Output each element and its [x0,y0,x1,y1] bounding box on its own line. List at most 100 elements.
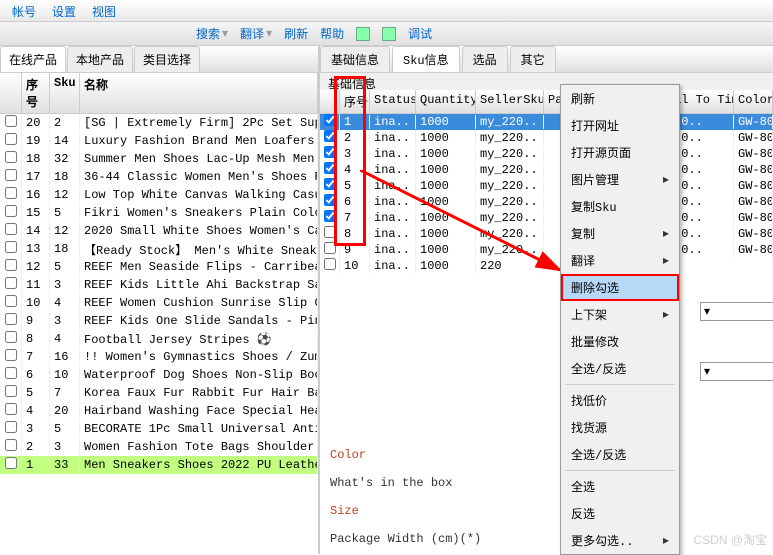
sku-row[interactable]: 10 ina.. 1000 220 [320,258,773,274]
tab-local-products[interactable]: 本地产品 [67,46,133,72]
sku-checkbox[interactable] [324,178,336,190]
row-checkbox[interactable] [5,259,17,271]
sku-checkbox[interactable] [324,194,336,206]
product-row[interactable]: 10 4 REEF Women Cushion Sunrise Slip On [0,294,318,312]
tb-icon1[interactable] [350,25,376,43]
menu-account[interactable]: 帐号 [4,0,44,21]
sku-checkbox[interactable] [324,258,336,270]
row-checkbox[interactable] [5,331,17,343]
sku-row[interactable]: 6 ina.. 1000 my_220.. 06-15 0.. GW-80 [320,194,773,210]
tab-other[interactable]: 其它 [510,46,556,72]
tb-help[interactable]: 帮助 [314,23,350,44]
col-name[interactable]: 名称 [80,73,318,113]
menu-item[interactable]: 更多勾选.. [561,527,679,554]
menu-item[interactable]: 翻译 [561,247,679,274]
sku-row[interactable]: 3 ina.. 1000 my_220.. 06-15 0.. GW-80 [320,146,773,162]
tab-basic-info[interactable]: 基础信息 [320,46,390,72]
product-row[interactable]: 9 3 REEF Kids One Slide Sandals - Pink [0,312,318,330]
sku-row[interactable]: 4 ina.. 1000 my_220.. 06-15 0.. GW-80 [320,162,773,178]
product-row[interactable]: 6 10 Waterproof Dog Shoes Non-Slip Boots [0,366,318,384]
tab-online-products[interactable]: 在线产品 [0,46,66,72]
product-row[interactable]: 13 18 【Ready Stock】 Men's White Sneaker [0,240,318,258]
tab-selection[interactable]: 选品 [462,46,508,72]
sku-row[interactable]: 7 ina.. 1000 my_220.. 06-15 0.. GW-80 [320,210,773,226]
menu-item[interactable]: 找货源 [561,414,679,441]
menu-item[interactable]: 全选/反选 [561,355,679,382]
tb-icon2[interactable] [376,25,402,43]
product-row[interactable]: 20 2 [SG | Extremely Firm] 2Pc Set Super [0,114,318,132]
menu-item[interactable]: 全选/反选 [561,441,679,468]
skucol-color[interactable]: Color [734,90,773,113]
menu-item[interactable]: 图片管理 [561,166,679,193]
product-row[interactable]: 18 32 Summer Men Shoes Lac-Up Mesh Men C… [0,150,318,168]
row-checkbox[interactable] [5,403,17,415]
product-row[interactable]: 19 14 Luxury Fashion Brand Men Loafers S… [0,132,318,150]
tb-debug[interactable]: 调试 [402,23,438,44]
sku-checkbox[interactable] [324,210,336,222]
menu-view[interactable]: 视图 [84,0,124,21]
tb-refresh[interactable]: 刷新 [278,23,314,44]
menu-item[interactable]: 上下架 [561,301,679,328]
tab-sku-info[interactable]: Sku信息 [392,46,460,72]
tb-translate[interactable]: 翻译▾ [234,23,278,44]
sku-checkbox[interactable] [324,242,336,254]
sku-row[interactable]: 9 ina.. 1000 my_220.. 06-15 0.. GW-80 [320,242,773,258]
menu-item[interactable]: 刷新 [561,85,679,112]
sku-row[interactable]: 5 ina.. 1000 my_220.. 06-15 0.. GW-80 [320,178,773,194]
sku-row[interactable]: 2 ina.. 1000 my_220.. 06-15 0.. GW-80 [320,130,773,146]
menu-item[interactable]: 全选 [561,473,679,500]
product-row[interactable]: 16 12 Low Top White Canvas Walking Casua… [0,186,318,204]
row-checkbox[interactable] [5,151,17,163]
menu-item[interactable]: 复制Sku [561,193,679,220]
row-checkbox[interactable] [5,439,17,451]
skucol-seq[interactable]: 序号 [340,90,370,113]
tab-category-select[interactable]: 类目选择 [134,46,200,72]
combo-color[interactable] [700,302,773,321]
row-checkbox[interactable] [5,187,17,199]
row-checkbox[interactable] [5,169,17,181]
sku-checkbox[interactable] [324,130,336,142]
product-row[interactable]: 5 7 Korea Faux Fur Rabbit Fur Hair Band [0,384,318,402]
menu-item[interactable]: 批量修改 [561,328,679,355]
skucol-sellersku[interactable]: SellerSku [476,90,544,113]
menu-item[interactable]: 删除勾选 [561,274,679,301]
sku-checkbox[interactable] [324,146,336,158]
product-row[interactable]: 3 5 BECORATE 1Pc Small Universal Anti-S [0,420,318,438]
sku-checkbox[interactable] [324,162,336,174]
skucol-qty[interactable]: Quantity [416,90,476,113]
sku-checkbox[interactable] [324,114,336,126]
product-row[interactable]: 4 20 Hairband Washing Face Special Headb [0,402,318,420]
menu-settings[interactable]: 设置 [44,0,84,21]
col-sku[interactable]: Sku [50,73,80,113]
menu-item[interactable]: 打开网址 [561,112,679,139]
product-row[interactable]: 14 12 2020 Small White Shoes Women's Cas… [0,222,318,240]
product-row[interactable]: 7 16 !! Women's Gymnastics Shoes / Zumba [0,348,318,366]
product-row[interactable]: 11 3 REEF Kids Little Ahi Backstrap Sand [0,276,318,294]
row-checkbox[interactable] [5,223,17,235]
row-checkbox[interactable] [5,421,17,433]
product-row[interactable]: 2 3 Women Fashion Tote Bags Shoulder Cr [0,438,318,456]
row-checkbox[interactable] [5,277,17,289]
tb-search[interactable]: 搜索▾ [190,23,234,44]
product-row[interactable]: 1 33 Men Sneakers Shoes 2022 PU Leather [0,456,318,474]
row-checkbox[interactable] [5,367,17,379]
product-row[interactable]: 15 5 Fikri Women's Sneakers Plain Color [0,204,318,222]
skucol-status[interactable]: Status [370,90,416,113]
menu-item[interactable]: 反选 [561,500,679,527]
sku-row[interactable]: 8 ina.. 1000 my_220.. 06-15 0.. GW-80 [320,226,773,242]
row-checkbox[interactable] [5,241,17,253]
product-row[interactable]: 8 4 Football Jersey Stripes ⚽ [0,330,318,348]
combo-size[interactable] [700,362,773,381]
menu-item[interactable]: 找低价 [561,387,679,414]
sku-row[interactable]: 1 ina.. 1000 my_220.. 06-15 0.. GW-80 [320,114,773,130]
row-checkbox[interactable] [5,457,17,469]
row-checkbox[interactable] [5,133,17,145]
product-row[interactable]: 12 5 REEF Men Seaside Flips - Carribean [0,258,318,276]
menu-item[interactable]: 复制 [561,220,679,247]
product-row[interactable]: 17 18 36-44 Classic Women Men's Shoes Ru… [0,168,318,186]
menu-item[interactable]: 打开源页面 [561,139,679,166]
row-checkbox[interactable] [5,205,17,217]
row-checkbox[interactable] [5,295,17,307]
row-checkbox[interactable] [5,385,17,397]
sku-checkbox[interactable] [324,226,336,238]
